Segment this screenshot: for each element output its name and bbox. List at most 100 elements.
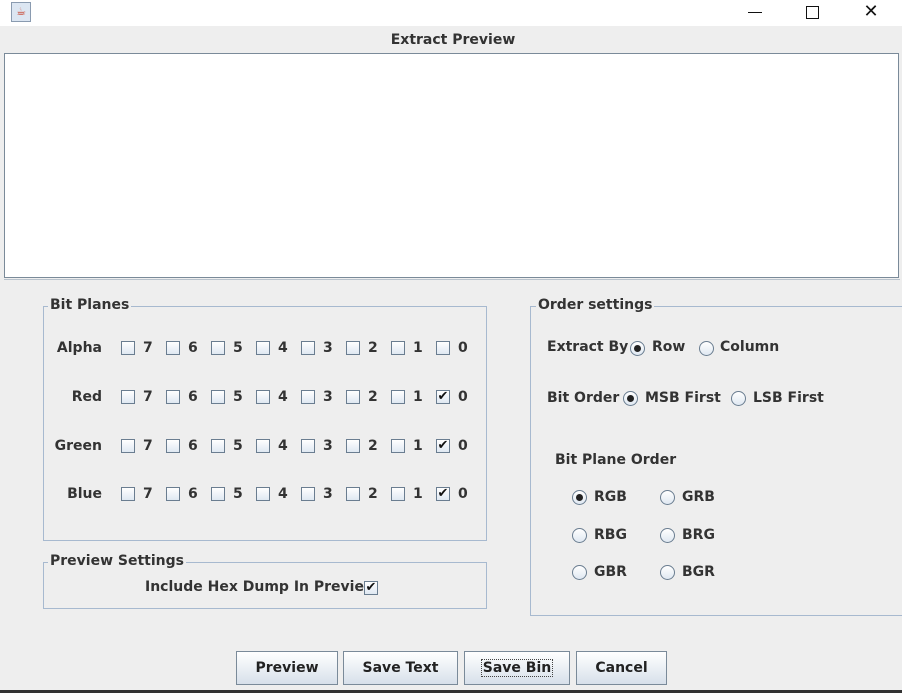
bit-checkbox-green-5[interactable] <box>211 439 225 453</box>
bit-checkbox-alpha-3[interactable] <box>301 341 315 355</box>
bit-checkbox-green-1[interactable] <box>391 439 405 453</box>
bit-checkbox-red-7[interactable] <box>121 390 135 404</box>
bit-checkbox-alpha-2[interactable] <box>346 341 360 355</box>
close-icon: ✕ <box>863 1 879 22</box>
bit-order-label: Bit Order <box>547 390 620 406</box>
save-bin-button[interactable]: Save Bin <box>464 651 570 685</box>
maximize-button[interactable] <box>784 0 842 26</box>
bit-checkbox-red-0[interactable]: ✔ <box>436 390 450 404</box>
cancel-button[interactable]: Cancel <box>576 651 667 685</box>
bit-checkbox-blue-1[interactable] <box>391 487 405 501</box>
bit-plane-order-gbr-label: GBR <box>594 564 627 580</box>
bit-checkbox-red-2[interactable] <box>346 390 360 404</box>
extract-by-row-radio[interactable] <box>630 341 645 356</box>
bit-label-red-7: 7 <box>143 389 153 405</box>
bit-plane-order-grb-label: GRB <box>682 489 715 505</box>
bit-label-blue-6: 6 <box>188 486 198 502</box>
save-bin-button-label: Save Bin <box>480 659 554 677</box>
bit-label-red-2: 2 <box>368 389 378 405</box>
maximize-icon <box>806 6 819 19</box>
bit-checkbox-blue-2[interactable] <box>346 487 360 501</box>
bit-checkbox-green-0[interactable]: ✔ <box>436 439 450 453</box>
preview-button[interactable]: Preview <box>236 651 338 685</box>
bit-label-alpha-7: 7 <box>143 340 153 356</box>
save-text-button[interactable]: Save Text <box>343 651 458 685</box>
order-settings-legend: Order settings <box>536 297 655 313</box>
bit-order-lsb-radio[interactable] <box>731 391 746 406</box>
bit-checkbox-alpha-7[interactable] <box>121 341 135 355</box>
bit-checkbox-blue-4[interactable] <box>256 487 270 501</box>
bit-checkbox-green-4[interactable] <box>256 439 270 453</box>
hex-dump-label: Include Hex Dump In Preview <box>145 579 377 595</box>
bit-checkbox-alpha-6[interactable] <box>166 341 180 355</box>
bit-checkbox-alpha-5[interactable] <box>211 341 225 355</box>
bit-plane-order-brg-radio[interactable] <box>660 528 675 543</box>
bit-label-green-1: 1 <box>413 438 423 454</box>
split-divider[interactable] <box>4 279 900 280</box>
bit-checkbox-red-5[interactable] <box>211 390 225 404</box>
bit-label-red-0: 0 <box>458 389 468 405</box>
bit-label-blue-2: 2 <box>368 486 378 502</box>
bit-checkbox-blue-5[interactable] <box>211 487 225 501</box>
bit-checkbox-green-7[interactable] <box>121 439 135 453</box>
bit-checkbox-blue-7[interactable] <box>121 487 135 501</box>
extract-by-column-radio[interactable] <box>699 341 714 356</box>
bit-checkbox-green-6[interactable] <box>166 439 180 453</box>
minimize-button[interactable] <box>726 0 784 26</box>
bit-order-lsb-label: LSB First <box>753 390 824 406</box>
bit-checkbox-red-1[interactable] <box>391 390 405 404</box>
java-app-icon: ☕ <box>11 2 31 22</box>
preview-text-area[interactable] <box>4 53 899 278</box>
bit-label-red-6: 6 <box>188 389 198 405</box>
bit-plane-order-gbr-radio[interactable] <box>572 565 587 580</box>
bit-label-green-5: 5 <box>233 438 243 454</box>
bit-checkbox-alpha-4[interactable] <box>256 341 270 355</box>
hex-dump-checkbox[interactable]: ✔ <box>364 581 378 595</box>
bit-label-alpha-5: 5 <box>233 340 243 356</box>
bit-label-blue-4: 4 <box>278 486 288 502</box>
bit-label-green-7: 7 <box>143 438 153 454</box>
bit-plane-order-rgb-radio[interactable] <box>572 490 587 505</box>
preview-button-label: Preview <box>255 660 319 676</box>
extract-preview-title: Extract Preview <box>390 32 516 48</box>
bit-checkbox-blue-3[interactable] <box>301 487 315 501</box>
bit-label-green-2: 2 <box>368 438 378 454</box>
preview-settings-legend: Preview Settings <box>48 553 186 569</box>
bit-label-green-4: 4 <box>278 438 288 454</box>
save-text-button-label: Save Text <box>362 660 439 676</box>
bit-label-alpha-1: 1 <box>413 340 423 356</box>
bit-checkbox-alpha-1[interactable] <box>391 341 405 355</box>
bit-plane-order-label: Bit Plane Order <box>555 452 677 468</box>
bit-order-msb-radio[interactable] <box>623 391 638 406</box>
extract-by-label: Extract By <box>547 339 629 355</box>
bit-checkbox-alpha-0[interactable] <box>436 341 450 355</box>
bit-plane-order-grb-radio[interactable] <box>660 490 675 505</box>
bit-plane-order-rgb-label: RGB <box>594 489 627 505</box>
bit-label-green-0: 0 <box>458 438 468 454</box>
bit-label-green-3: 3 <box>323 438 333 454</box>
bit-checkbox-blue-6[interactable] <box>166 487 180 501</box>
bit-plane-row-label-red: Red <box>71 389 102 405</box>
bit-checkbox-red-6[interactable] <box>166 390 180 404</box>
bit-plane-order-bgr-radio[interactable] <box>660 565 675 580</box>
bit-label-red-1: 1 <box>413 389 423 405</box>
bit-checkbox-green-2[interactable] <box>346 439 360 453</box>
bit-checkbox-red-3[interactable] <box>301 390 315 404</box>
bit-plane-row-label-alpha: Alpha <box>56 340 102 356</box>
bit-label-blue-3: 3 <box>323 486 333 502</box>
bit-label-red-3: 3 <box>323 389 333 405</box>
bit-plane-order-rbg-label: RBG <box>594 527 627 543</box>
bit-label-alpha-6: 6 <box>188 340 198 356</box>
bit-planes-legend: Bit Planes <box>48 297 132 313</box>
bit-checkbox-red-4[interactable] <box>256 390 270 404</box>
bit-label-blue-0: 0 <box>458 486 468 502</box>
bit-plane-order-rbg-radio[interactable] <box>572 528 587 543</box>
close-button[interactable]: ✕ <box>842 0 900 26</box>
bit-label-red-4: 4 <box>278 389 288 405</box>
bit-plane-row-label-blue: Blue <box>67 486 102 502</box>
bit-checkbox-blue-0[interactable]: ✔ <box>436 487 450 501</box>
bit-checkbox-green-3[interactable] <box>301 439 315 453</box>
bit-label-blue-1: 1 <box>413 486 423 502</box>
minimize-icon <box>748 12 762 13</box>
bit-plane-order-bgr-label: BGR <box>682 564 715 580</box>
